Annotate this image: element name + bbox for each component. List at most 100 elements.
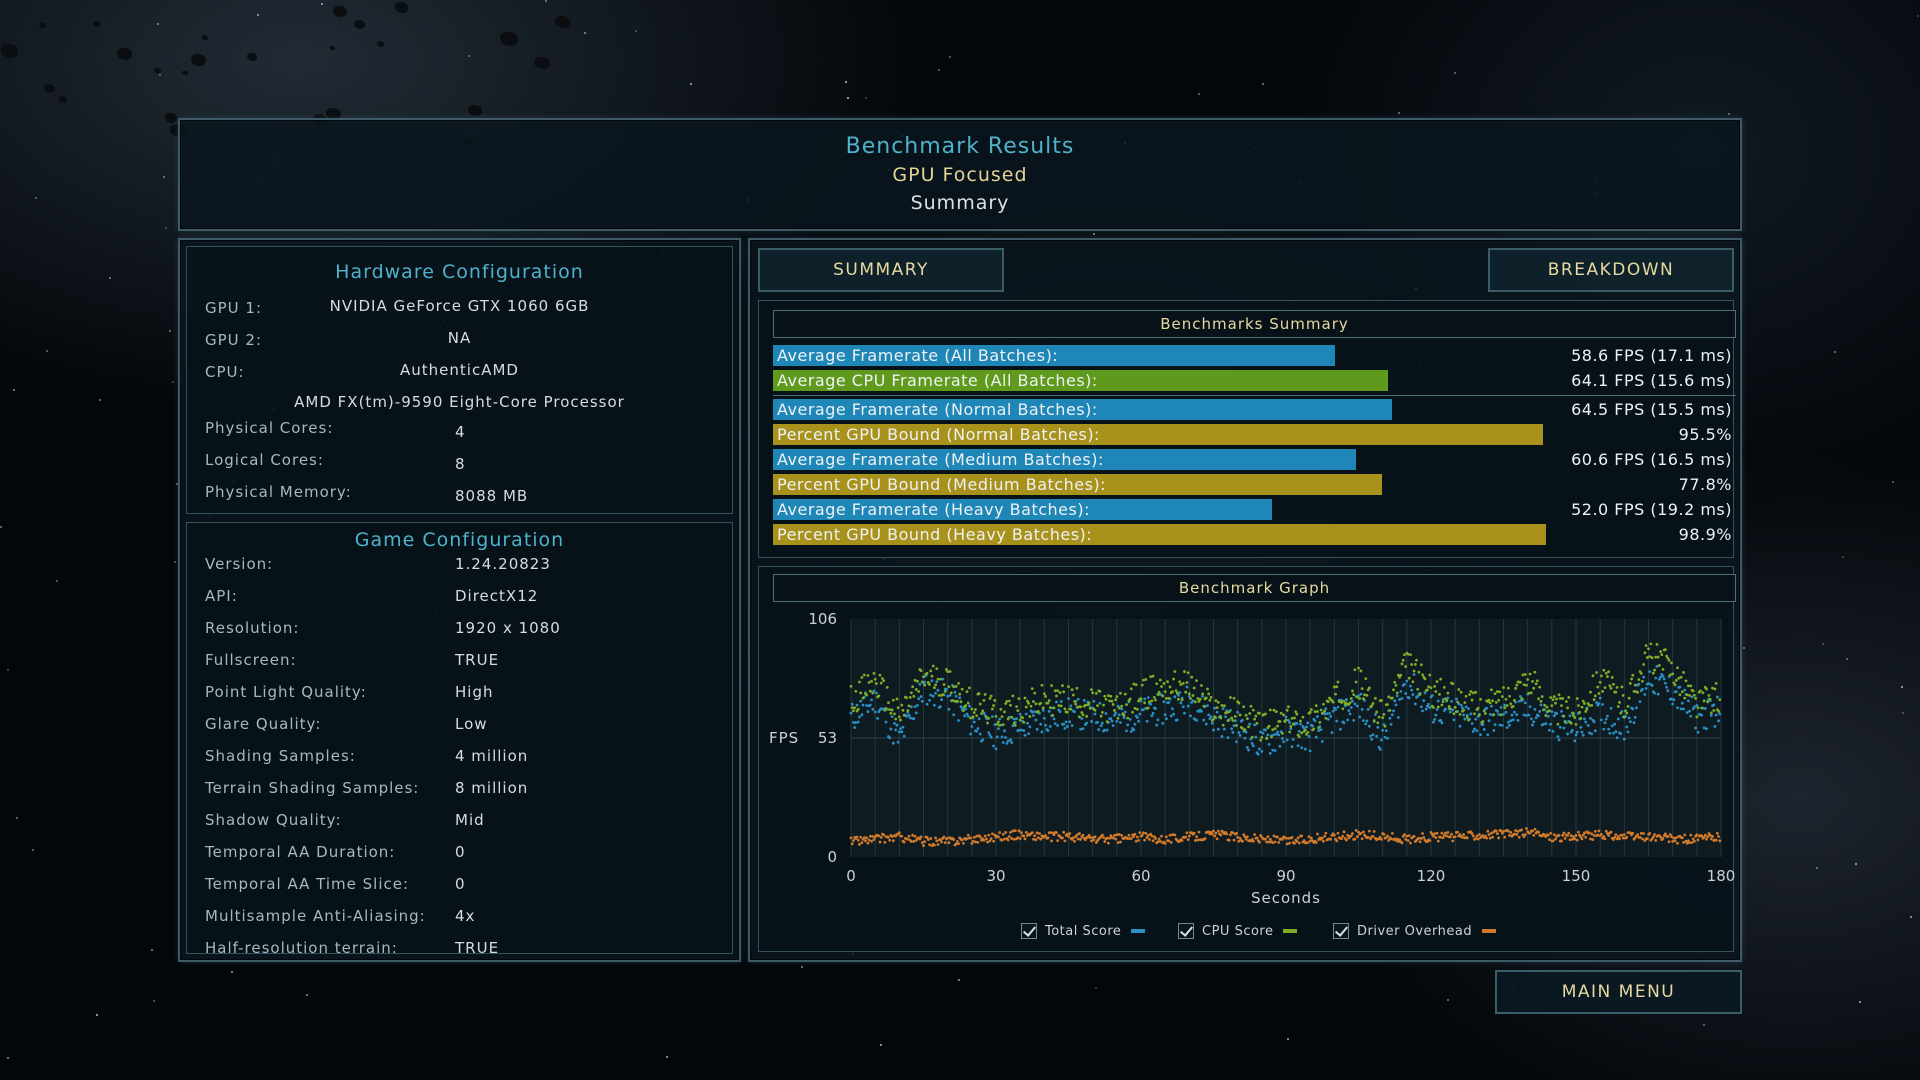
data-point (1434, 713, 1438, 717)
data-point (1220, 735, 1224, 738)
data-point (954, 694, 958, 698)
data-point (1003, 837, 1006, 841)
data-point (1586, 723, 1590, 727)
data-point (1506, 720, 1510, 724)
data-point (936, 688, 940, 692)
data-point (1497, 836, 1501, 840)
data-point (1529, 691, 1533, 695)
data-point (1595, 701, 1598, 704)
data-point (1406, 839, 1410, 842)
data-point (923, 680, 927, 684)
data-point (913, 834, 917, 838)
tab-breakdown[interactable]: BREAKDOWN (1488, 248, 1734, 292)
asteroid (182, 70, 189, 76)
data-point (856, 720, 860, 724)
legend-driver-overhead[interactable]: Driver Overhead (1333, 923, 1497, 939)
gpu1-value: NVIDIA GeForce GTX 1060 6GB (329, 297, 590, 315)
data-point (1155, 682, 1159, 686)
data-point (1027, 701, 1031, 705)
data-point (1192, 686, 1196, 690)
data-point (976, 727, 980, 730)
data-point (919, 835, 923, 839)
summary-bar-row: Percent GPU Bound (Normal Batches): 95.5% (773, 424, 1736, 445)
data-point (1647, 682, 1650, 685)
data-point (919, 669, 923, 673)
data-point (1601, 703, 1604, 706)
data-point (1233, 715, 1237, 718)
data-point (1268, 708, 1272, 712)
data-point (1331, 700, 1335, 704)
data-point (1282, 713, 1285, 717)
data-point (1371, 834, 1375, 838)
data-point (978, 835, 982, 839)
data-point (1570, 728, 1574, 732)
legend-cpu-score[interactable]: CPU Score (1178, 923, 1298, 939)
data-point (1062, 830, 1066, 834)
data-point (1167, 696, 1171, 700)
data-point (1543, 703, 1546, 707)
data-point (969, 836, 973, 840)
legend-total-score[interactable]: Total Score (1021, 923, 1146, 939)
data-point (1549, 831, 1553, 835)
data-point (1641, 837, 1644, 841)
data-point (1104, 712, 1108, 715)
data-point (1129, 687, 1133, 691)
data-point (916, 703, 919, 707)
data-point (1016, 709, 1020, 713)
data-point (850, 842, 854, 846)
summary-bar-value: 58.6 FPS (17.1 ms) (1571, 346, 1732, 365)
data-point (1651, 671, 1655, 675)
data-point (1403, 653, 1406, 657)
summary-bar-label: Percent GPU Bound (Heavy Batches): (777, 525, 1093, 544)
main-menu-button[interactable]: MAIN MENU (1495, 970, 1742, 1014)
data-point (1406, 652, 1410, 656)
data-point (1560, 839, 1563, 843)
data-point (900, 703, 904, 707)
cpu-score-checkbox[interactable] (1178, 923, 1194, 939)
data-point (977, 717, 981, 721)
x-tick-label: 90 (1276, 867, 1295, 885)
data-point (1464, 705, 1468, 709)
data-point (1267, 840, 1271, 844)
data-point (1410, 688, 1414, 692)
data-point (1171, 707, 1174, 711)
data-point (1098, 701, 1102, 705)
data-point (1312, 727, 1316, 731)
data-point (1670, 835, 1673, 839)
data-point (990, 832, 994, 836)
data-point (1267, 743, 1271, 746)
data-point (1574, 723, 1578, 726)
data-point (1709, 837, 1713, 841)
data-point (918, 682, 922, 686)
x-tick-label: 30 (986, 867, 1005, 885)
total-score-checkbox[interactable] (1021, 923, 1037, 939)
data-point (1435, 680, 1439, 683)
data-point (1209, 695, 1213, 699)
data-point (1023, 837, 1027, 841)
data-point (1208, 698, 1212, 702)
data-point (1400, 662, 1404, 666)
data-point (1490, 831, 1493, 835)
data-point (1162, 682, 1166, 685)
driver-overhead-checkbox[interactable] (1333, 923, 1349, 939)
data-point (1638, 835, 1642, 839)
data-point (1360, 708, 1364, 711)
data-point (1439, 677, 1443, 681)
data-point (964, 704, 968, 707)
data-point (1324, 831, 1328, 835)
data-point (1093, 708, 1097, 712)
data-point (1128, 697, 1132, 701)
data-point (1674, 678, 1678, 682)
data-point (922, 844, 925, 847)
data-point (1244, 730, 1248, 734)
tab-summary[interactable]: SUMMARY (758, 248, 1004, 292)
data-point (993, 723, 997, 727)
data-point (1608, 731, 1612, 735)
data-point (1451, 682, 1455, 686)
data-point (1065, 710, 1069, 714)
data-point (994, 747, 998, 751)
data-point (1383, 724, 1387, 728)
data-point (1575, 838, 1579, 842)
star (1728, 113, 1731, 116)
data-point (1459, 703, 1463, 707)
